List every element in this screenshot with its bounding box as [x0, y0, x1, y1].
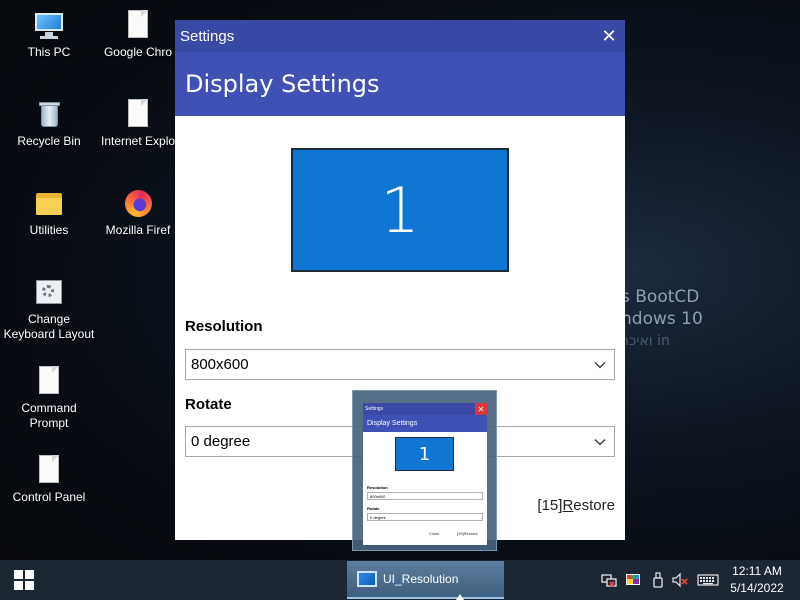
restore-accelerator: R: [562, 497, 574, 514]
taskbar-app-label: UI_Resolution: [383, 572, 459, 586]
display-color-icon[interactable]: [625, 572, 641, 588]
thumbnail-titlebar: Settings ✕: [363, 403, 487, 415]
desktop-icon-label: Command Prompt: [21, 401, 77, 430]
window-title: Settings: [180, 27, 235, 45]
thumbnail-title: Settings: [365, 406, 384, 412]
taskbar-thumbnail-preview[interactable]: Settings ✕ Display Settings 1 Resolution…: [352, 390, 497, 551]
desktop-icon-label: Change Keyboard Layout: [3, 312, 95, 341]
thumbnail-rotate-label: Rotate: [367, 506, 380, 511]
desktop-icon-label: Mozilla Firef: [105, 223, 171, 237]
desktop-icon-recycle-bin[interactable]: Recycle Bin: [1, 98, 97, 149]
desktop-icon-this-pc[interactable]: This PC: [1, 9, 97, 60]
document-icon: [33, 365, 65, 397]
resolution-dropdown[interactable]: 800x600: [185, 349, 615, 380]
wallpaper-line: ואיכר in: [621, 333, 670, 349]
clock-time: 12:11 AM: [732, 564, 782, 578]
computer-icon: [33, 9, 65, 41]
thumbnail-resolution-label: Resolution: [367, 485, 388, 490]
rotate-value: 0 degree: [191, 433, 251, 450]
rotate-label: Rotate: [185, 396, 232, 413]
taskbar-app-ui-resolution[interactable]: UI_Resolution: [347, 561, 504, 599]
desktop-icon-change-keyboard-layout[interactable]: Change Keyboard Layout: [1, 276, 97, 342]
window-titlebar[interactable]: Settings ✕: [175, 20, 625, 52]
taskbar: UI_Resolution 12:11 AM 5/14/2022: [0, 560, 800, 600]
monitor-number: 1: [380, 173, 420, 247]
thumbnail-header: Display Settings: [363, 415, 487, 432]
wallpaper-text: s BootCD ndows 10 ואיכר in: [621, 286, 703, 352]
start-button[interactable]: [0, 560, 48, 600]
page-title: Display Settings: [185, 70, 380, 98]
document-icon: [33, 454, 65, 486]
desktop-icon-label: Google Chro: [103, 45, 173, 59]
usb-drive-icon[interactable]: [650, 572, 666, 588]
volume-muted-icon[interactable]: [672, 572, 688, 588]
close-icon: ✕: [477, 404, 485, 414]
network-icon[interactable]: [601, 572, 617, 588]
display-app-icon: [357, 571, 377, 587]
monitor-display-1[interactable]: 1: [291, 148, 509, 272]
thumbnail-window: Settings ✕ Display Settings 1 Resolution…: [363, 403, 487, 545]
desktop-icon-label: Recycle Bin: [17, 134, 81, 148]
desktop-icon-internet-explorer[interactable]: Internet Explo: [101, 98, 175, 149]
windows-logo-icon: [14, 570, 34, 590]
desktop-icon-mozilla-firefox[interactable]: Mozilla Firef: [101, 187, 175, 238]
desktop-icon-google-chrome[interactable]: Google Chro: [101, 9, 175, 60]
restore-label: estore: [573, 497, 615, 514]
thumbnail-rotate-value: 0 degree: [367, 513, 483, 521]
close-button[interactable]: ✕: [593, 20, 625, 52]
keyboard-icon[interactable]: [697, 572, 719, 588]
mouse-cursor: [456, 594, 464, 600]
document-icon: [122, 9, 154, 41]
resolution-label: Resolution: [185, 318, 263, 335]
wallpaper-line: s BootCD: [621, 287, 700, 307]
desktop-icon-label: Control Panel: [12, 490, 86, 504]
keyboard-settings-icon: [33, 276, 65, 308]
desktop-icon-command-prompt[interactable]: Command Prompt: [1, 365, 97, 431]
restore-button[interactable]: [15]Restore: [537, 497, 615, 514]
chevron-down-icon: [594, 361, 606, 368]
firefox-icon: [122, 187, 154, 219]
desktop-icon-label: This PC: [27, 45, 71, 59]
desktop-icon-control-panel[interactable]: Control Panel: [1, 454, 97, 505]
thumbnail-resolution-value: 800x600: [367, 492, 483, 500]
thumbnail-close-label: Close: [429, 531, 440, 536]
chevron-down-icon: [594, 438, 606, 445]
thumbnail-close-button[interactable]: ✕: [475, 403, 487, 415]
desktop-icon-label: Internet Explo: [101, 134, 175, 148]
folder-icon: [33, 187, 65, 219]
clock-date: 5/14/2022: [730, 581, 784, 595]
desktop-icon-utilities[interactable]: Utilities: [1, 187, 97, 238]
thumbnail-restore-label: [15]Restore: [457, 531, 478, 536]
page-header: Display Settings: [175, 52, 625, 116]
thumbnail-monitor: 1: [395, 437, 454, 471]
system-clock[interactable]: 12:11 AM 5/14/2022: [726, 563, 788, 597]
restore-prefix: [15]: [537, 497, 563, 514]
close-icon: ✕: [601, 25, 617, 46]
document-icon: [122, 98, 154, 130]
recycle-bin-icon: [33, 98, 65, 130]
resolution-value: 800x600: [191, 356, 249, 373]
desktop-icon-label: Utilities: [29, 223, 69, 237]
wallpaper-line: ndows 10: [621, 309, 703, 329]
